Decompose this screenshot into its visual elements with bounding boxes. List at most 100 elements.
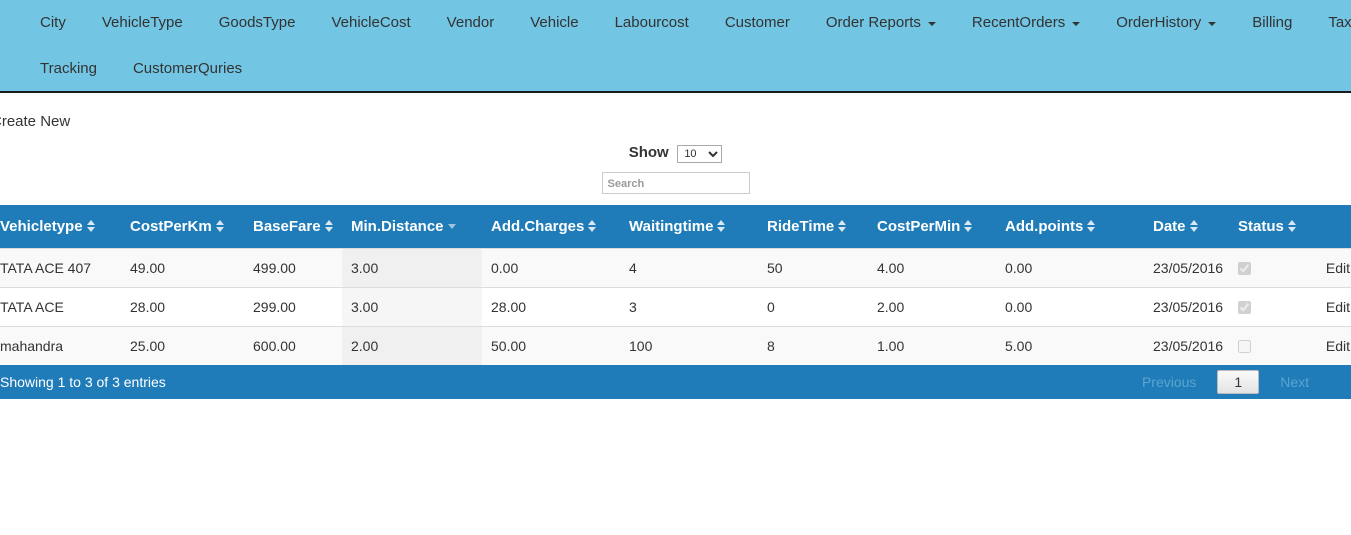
nav-item-goodstype[interactable]: GoodsType xyxy=(201,13,314,33)
search-input[interactable] xyxy=(601,171,750,194)
cell-costpermin: 2.00 xyxy=(868,286,996,327)
status-checkbox xyxy=(1238,301,1251,315)
nav-item-customer[interactable]: Customer xyxy=(707,13,808,33)
column-header-vehicletype[interactable]: Vehicletype xyxy=(0,204,121,249)
column-header-inner: CostPerKm xyxy=(130,218,225,235)
chevron-down-icon xyxy=(1208,22,1217,26)
cell-addpoints: 0.00 xyxy=(996,286,1144,327)
nav-item-label: RecentOrders xyxy=(971,14,1066,31)
cell-basefare: 600.00 xyxy=(244,325,342,365)
sort-both-icon xyxy=(324,219,334,233)
show-entries-label: Show xyxy=(628,144,669,161)
nav-item-vehiclecost[interactable]: VehicleCost xyxy=(313,13,428,33)
nav-item-vendor[interactable]: Vendor xyxy=(429,13,513,33)
pagination-page-1-button[interactable]: 1 xyxy=(1217,369,1260,394)
column-header-inner: Add.points xyxy=(1005,218,1096,235)
column-header-inner: CostPerMin xyxy=(877,218,973,235)
nav-item-customerquries[interactable]: CustomerQuries xyxy=(115,59,260,79)
column-header-label: CostPerMin xyxy=(877,217,961,235)
column-header-inner: RideTime xyxy=(767,218,847,235)
nav-item-vehicle[interactable]: Vehicle xyxy=(512,13,596,33)
column-header-add-charges[interactable]: Add.Charges xyxy=(482,204,620,249)
cell-status xyxy=(1229,286,1301,327)
pagination-previous-button[interactable]: Previous xyxy=(1130,371,1208,393)
column-header-label: BaseFare xyxy=(253,217,321,235)
entries-info-text: Showing 1 to 3 of 3 entries xyxy=(0,373,166,390)
cell-actions: Edit xyxy=(1301,286,1351,327)
datatable-length-control: Show 102550100 xyxy=(0,138,1351,163)
nav-item-orderhistory[interactable]: OrderHistory xyxy=(1098,13,1234,33)
column-header-inner: BaseFare xyxy=(253,218,334,235)
sort-both-icon xyxy=(1087,219,1096,233)
column-header-costpermin[interactable]: CostPerMin xyxy=(868,204,996,249)
table-row: TATA ACE 407 49.00 499.00 3.00 0.00 4 50 4.00 0.… xyxy=(0,247,1351,288)
column-header-waitingtime[interactable]: Waitingtime xyxy=(620,204,758,249)
nav-item-label: Order Reports xyxy=(825,14,921,31)
nav-item-label: VehicleCost xyxy=(331,14,411,31)
edit-link[interactable]: Edit xyxy=(1326,338,1350,354)
sort-both-icon xyxy=(838,219,847,233)
column-header-date[interactable]: Date xyxy=(1144,204,1229,249)
nav-item-order-reports[interactable]: Order Reports xyxy=(808,13,954,33)
cell-date: 23/05/2016 xyxy=(1144,325,1229,365)
column-header-ridetime[interactable]: RideTime xyxy=(758,204,868,249)
cell-ridetime: 0 xyxy=(758,286,868,327)
cell-ridetime: 8 xyxy=(758,325,868,365)
table-header-row: Vehicletype CostPerKm BaseFare Min.Distance… xyxy=(0,204,1351,249)
nav-item-label: Vehicle xyxy=(530,14,579,31)
nav-item-recentorders[interactable]: RecentOrders xyxy=(954,13,1098,33)
cell-costperkm: 25.00 xyxy=(121,325,244,365)
pagination-controls: Previous 1 Next xyxy=(1130,369,1350,394)
nav-item-city[interactable]: City xyxy=(22,13,84,33)
nav-item-label: Vendor xyxy=(446,14,495,31)
table-row: mahandra 25.00 600.00 2.00 50.00 100 8 1.00 5.00… xyxy=(0,325,1351,365)
nav-item-vehicletype[interactable]: VehicleType xyxy=(84,13,201,33)
pagination-next-button[interactable]: Next xyxy=(1268,371,1321,393)
column-header-label: CostPerKm xyxy=(130,217,212,235)
column-header-label: Waitingtime xyxy=(629,217,714,235)
cell-addpoints: 0.00 xyxy=(996,247,1144,288)
nav-item-label: CustomerQuries xyxy=(132,60,243,77)
column-header-inner: Date xyxy=(1153,218,1199,235)
cell-basefare: 499.00 xyxy=(244,247,342,288)
column-header-basefare[interactable]: BaseFare xyxy=(244,204,342,249)
data-table: Vehicletype CostPerKm BaseFare Min.Distance… xyxy=(0,204,1351,365)
datatable-filter-control xyxy=(0,171,1351,194)
column-header-label: Add.points xyxy=(1005,217,1084,235)
column-header-add-points[interactable]: Add.points xyxy=(996,204,1144,249)
cell-status xyxy=(1229,325,1301,365)
cell-costperkm: 28.00 xyxy=(121,286,244,327)
nav-item-label: VehicleType xyxy=(101,14,183,31)
create-new-link[interactable]: Create New xyxy=(0,93,1351,130)
cell-date: 23/05/2016 xyxy=(1144,247,1229,288)
nav-item-tracking[interactable]: Tracking xyxy=(22,59,115,79)
nav-item-labourcost[interactable]: Labourcost xyxy=(597,13,707,33)
table-body: TATA ACE 407 49.00 499.00 3.00 0.00 4 50 4.00 0.… xyxy=(0,247,1351,365)
column-header-costperkm[interactable]: CostPerKm xyxy=(121,204,244,249)
sort-descending-icon xyxy=(447,219,457,233)
cell-addcharges: 28.00 xyxy=(482,286,620,327)
cell-mindistance: 3.00 xyxy=(342,247,482,288)
entries-per-page-select[interactable]: 102550100 xyxy=(677,144,723,163)
cell-date: 23/05/2016 xyxy=(1144,286,1229,327)
column-header-inner: Vehicletype xyxy=(0,218,96,235)
column-header-actions xyxy=(1301,204,1351,249)
cell-addcharges: 0.00 xyxy=(482,247,620,288)
cell-waitingtime: 3 xyxy=(620,286,758,327)
nav-item-billing[interactable]: Billing xyxy=(1234,13,1310,33)
status-checkbox xyxy=(1238,340,1251,354)
nav-item-label: Labourcost xyxy=(614,14,689,31)
cell-mindistance: 3.00 xyxy=(342,286,482,327)
column-header-min-distance[interactable]: Min.Distance xyxy=(342,204,482,249)
column-header-inner: Min.Distance xyxy=(351,218,457,235)
edit-link[interactable]: Edit xyxy=(1326,260,1350,276)
edit-link[interactable]: Edit xyxy=(1326,299,1350,315)
column-header-label: Min.Distance xyxy=(351,217,444,235)
cell-costpermin: 1.00 xyxy=(868,325,996,365)
cell-vehicletype: TATA ACE 407 xyxy=(0,247,121,288)
sort-both-icon xyxy=(215,219,225,233)
navbar-row-primary: City VehicleType GoodsType VehicleCost Vendo… xyxy=(0,0,1351,46)
status-checkbox xyxy=(1238,262,1251,276)
column-header-status[interactable]: Status xyxy=(1229,204,1301,249)
nav-item-tax[interactable]: Tax xyxy=(1310,13,1351,33)
